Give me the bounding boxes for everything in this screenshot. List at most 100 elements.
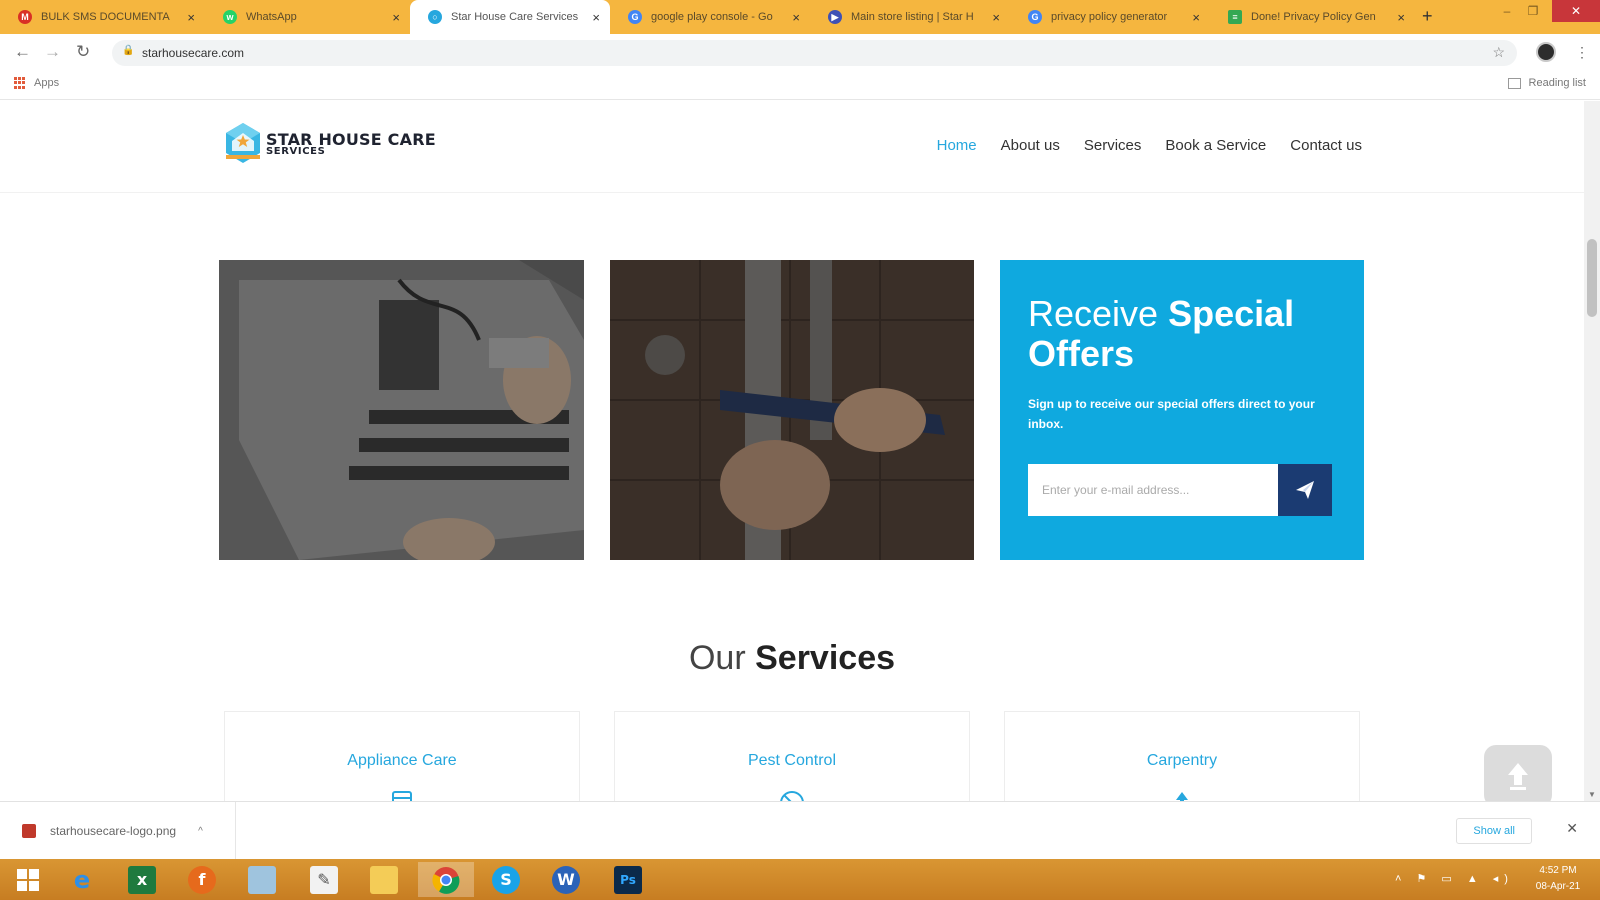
- tab-close-icon[interactable]: ×: [1397, 10, 1405, 25]
- close-icon[interactable]: ✕: [1566, 820, 1578, 837]
- service-title[interactable]: Carpentry: [1005, 752, 1359, 770]
- tab-title: Done! Privacy Policy Gen: [1251, 11, 1376, 23]
- word-icon: W: [552, 865, 580, 894]
- notepad-icon: ✎: [310, 865, 338, 894]
- apps-shortcut[interactable]: Apps: [14, 77, 59, 89]
- tab-title: Star House Care Services: [451, 11, 579, 23]
- nav-contact-us[interactable]: Contact us: [1290, 137, 1362, 154]
- taskbar-word[interactable]: W: [538, 862, 594, 897]
- show-all-button[interactable]: Show all: [1456, 818, 1532, 844]
- url-text[interactable]: starhousecare.com: [142, 46, 244, 60]
- nav-home[interactable]: Home: [937, 137, 977, 154]
- carpentry-icon: [1176, 792, 1188, 801]
- arrow-up-icon: [1508, 763, 1528, 790]
- service-card-appliance-care[interactable]: Appliance Care: [224, 711, 580, 801]
- taskbar-photoshop[interactable]: Ps: [600, 862, 656, 897]
- tab-privacy-generator[interactable]: G privacy policy generator ×: [1010, 0, 1210, 34]
- firefox-icon: f: [188, 865, 216, 894]
- tab-close-icon[interactable]: ×: [992, 10, 1000, 25]
- subscribe-button[interactable]: [1278, 464, 1332, 516]
- back-to-top-button[interactable]: [1484, 745, 1552, 801]
- taskbar-clock[interactable]: 4:52 PM 08-Apr-21: [1522, 863, 1594, 895]
- tab-close-icon[interactable]: ×: [592, 10, 600, 25]
- bookmark-star-icon[interactable]: ☆: [1492, 44, 1505, 61]
- download-item[interactable]: starhousecare-logo.png ^: [0, 802, 236, 860]
- tab-close-icon[interactable]: ×: [392, 10, 400, 25]
- tab-title: WhatsApp: [246, 11, 297, 23]
- service-title[interactable]: Appliance Care: [225, 752, 579, 770]
- chevron-up-icon[interactable]: ^: [198, 826, 203, 837]
- play-console-icon: ▶: [828, 10, 842, 24]
- skype-icon: S: [492, 865, 520, 894]
- site-header: STAR HOUSE CARE SERVICES Home About us S…: [0, 101, 1584, 193]
- tab-close-icon[interactable]: ×: [187, 10, 195, 25]
- taskbar-files[interactable]: [234, 862, 290, 897]
- reload-icon[interactable]: ↻: [76, 42, 90, 62]
- taskbar-notepad[interactable]: ✎: [296, 862, 352, 897]
- taskbar-chrome[interactable]: [418, 862, 474, 897]
- taskbar-skype[interactable]: S: [478, 862, 534, 897]
- offer-title: Receive Special Offers: [1028, 294, 1336, 374]
- restore-icon[interactable]: ❐: [1522, 0, 1544, 22]
- doc-icon: ≡: [1228, 10, 1242, 24]
- download-filename[interactable]: starhousecare-logo.png: [50, 824, 176, 838]
- tab-whatsapp[interactable]: w WhatsApp ×: [205, 0, 410, 34]
- page-viewport: STAR HOUSE CARE SERVICES Home About us S…: [0, 101, 1584, 801]
- service-card-pest-control[interactable]: Pest Control: [614, 711, 970, 801]
- taskbar-firefox[interactable]: f: [174, 862, 230, 897]
- main-nav: Home About us Services Book a Service Co…: [937, 137, 1362, 154]
- whatsapp-icon: w: [223, 10, 237, 24]
- window-close-button[interactable]: ✕: [1552, 0, 1600, 22]
- services-heading: Our Services: [0, 639, 1584, 678]
- service-card-carpentry[interactable]: Carpentry: [1004, 711, 1360, 801]
- tab-close-icon[interactable]: ×: [792, 10, 800, 25]
- google-icon: G: [628, 10, 642, 24]
- tab-title: Main store listing | Star H: [851, 11, 974, 23]
- tab-play-console-search[interactable]: G google play console - Go ×: [610, 0, 810, 34]
- system-tray-icons[interactable]: ˄ ⚑ ▭ ▲ ◂): [1395, 872, 1514, 885]
- scroll-down-icon[interactable]: ▼: [1588, 790, 1596, 799]
- new-tab-button[interactable]: +: [1422, 6, 1433, 27]
- scrollbar-thumb[interactable]: [1587, 239, 1597, 317]
- nav-services[interactable]: Services: [1084, 137, 1142, 154]
- tab-close-icon[interactable]: ×: [1192, 10, 1200, 25]
- nav-book-a-service[interactable]: Book a Service: [1165, 137, 1266, 154]
- back-arrow-icon[interactable]: ←: [14, 42, 31, 62]
- email-input[interactable]: [1028, 464, 1278, 516]
- tab-privacy-policy-done[interactable]: ≡ Done! Privacy Policy Gen ×: [1210, 0, 1415, 34]
- ac-repair-photo: [219, 260, 584, 560]
- file-explorer-icon: [370, 865, 398, 894]
- nav-about-us[interactable]: About us: [1001, 137, 1060, 154]
- tab-title: privacy policy generator: [1051, 11, 1168, 23]
- chrome-icon: [432, 866, 460, 894]
- site-logo[interactable]: STAR HOUSE CARE SERVICES: [224, 121, 436, 165]
- tab-star-house-care[interactable]: ○ Star House Care Services ×: [410, 0, 610, 34]
- offer-description: Sign up to receive our special offers di…: [1028, 397, 1315, 431]
- gmail-icon: M: [18, 10, 32, 24]
- taskbar-internet-explorer[interactable]: e: [54, 862, 110, 897]
- files-icon: [248, 865, 276, 894]
- reading-list[interactable]: Reading list: [1507, 77, 1586, 89]
- page-scrollbar[interactable]: ▼: [1584, 101, 1600, 801]
- forward-arrow-icon[interactable]: →: [44, 42, 61, 62]
- special-offers-panel: Receive Special Offers Sign up to receiv…: [1000, 260, 1364, 560]
- tab-bulk-sms[interactable]: M BULK SMS DOCUMENTA ×: [0, 0, 205, 34]
- plumbing-image: [610, 260, 974, 560]
- clock-date: 08-Apr-21: [1535, 881, 1581, 892]
- profile-avatar[interactable]: [1536, 42, 1556, 62]
- tab-main-store-listing[interactable]: ▶ Main store listing | Star H ×: [810, 0, 1010, 34]
- apps-grid-icon: [14, 77, 26, 89]
- service-title[interactable]: Pest Control: [615, 752, 969, 770]
- address-bar[interactable]: 🔒 starhousecare.com ☆: [112, 40, 1517, 66]
- taskbar-excel[interactable]: x: [114, 862, 170, 897]
- services-heading-light: Our: [688, 639, 756, 677]
- tab-strip: M BULK SMS DOCUMENTA × w WhatsApp × ○ St…: [0, 0, 1600, 34]
- lock-icon[interactable]: 🔒: [122, 45, 134, 56]
- download-bar: starhousecare-logo.png ^ Show all ✕: [0, 801, 1600, 860]
- reading-list-icon: [1507, 77, 1521, 89]
- browser-menu-icon[interactable]: ⋮: [1575, 44, 1589, 61]
- start-button[interactable]: [0, 862, 56, 897]
- taskbar-file-explorer[interactable]: [356, 862, 412, 897]
- minimize-icon[interactable]: –: [1496, 0, 1518, 22]
- internet-explorer-icon: e: [73, 865, 91, 894]
